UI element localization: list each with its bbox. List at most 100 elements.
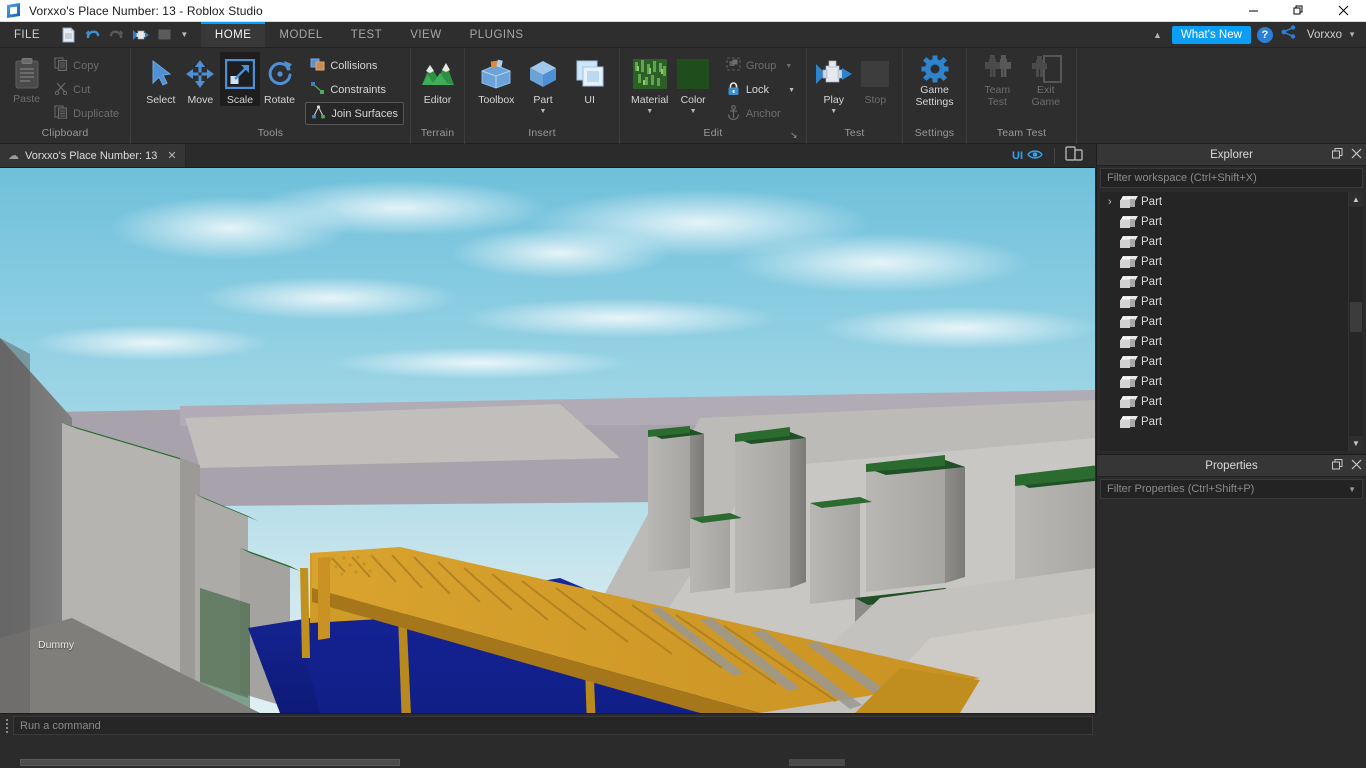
- scroll-down-arrow-icon[interactable]: ▼: [1349, 436, 1363, 451]
- explorer-item-part[interactable]: Part: [1100, 272, 1348, 292]
- select-tool-button[interactable]: Select: [141, 52, 181, 106]
- place-tab-label: Vorxxo's Place Number: 13: [25, 149, 158, 162]
- tab-home[interactable]: HOME: [200, 22, 266, 47]
- explorer-item-label: Part: [1141, 296, 1163, 308]
- explorer-item-label: Part: [1141, 336, 1163, 348]
- device-emulation-button[interactable]: [1059, 145, 1089, 166]
- explorer-item-part[interactable]: Part: [1100, 372, 1348, 392]
- ui-visibility-toggle[interactable]: UI: [1005, 146, 1050, 166]
- ribbon-filler: [1076, 48, 1366, 144]
- play-button[interactable]: Play ▼: [813, 52, 855, 116]
- lock-button[interactable]: Lock ▼: [721, 78, 800, 101]
- secondary-scroll-indicator[interactable]: [789, 759, 845, 766]
- part-brick-icon: [1120, 235, 1138, 249]
- properties-filter-input[interactable]: Filter Properties (Ctrl+Shift+P) ▼: [1100, 479, 1363, 499]
- explorer-filter-input[interactable]: Filter workspace (Ctrl+Shift+X): [1100, 168, 1363, 188]
- explorer-item-part[interactable]: Part: [1100, 212, 1348, 232]
- part-brick-icon: [1120, 195, 1138, 209]
- roblox-studio-window: Vorxxo's Place Number: 13 - Roblox Studi…: [0, 0, 1366, 768]
- collisions-toggle[interactable]: Collisions: [305, 54, 404, 77]
- group-icon: [726, 57, 741, 74]
- explorer-item-part[interactable]: Part: [1100, 232, 1348, 252]
- exit-game-label-line2: Game: [1031, 96, 1061, 108]
- ui-button[interactable]: UI: [566, 52, 613, 106]
- menu-file[interactable]: FILE: [0, 22, 54, 47]
- constraints-toggle[interactable]: Constraints: [305, 78, 404, 101]
- lock-caret-icon[interactable]: ▼: [788, 87, 795, 95]
- tab-test[interactable]: TEST: [337, 22, 396, 47]
- edit-dialog-launcher-icon[interactable]: ↘: [790, 130, 802, 142]
- redo-icon[interactable]: [106, 24, 128, 46]
- color-dropdown-caret-icon[interactable]: ▼: [690, 108, 697, 116]
- properties-list: [1100, 501, 1363, 710]
- minimize-button[interactable]: [1231, 0, 1276, 22]
- team-test-label-line2: Test: [987, 96, 1007, 108]
- clipboard-small-buttons: Copy Cut Duplicate: [49, 52, 124, 125]
- expand-arrow-icon[interactable]: ›: [1108, 196, 1112, 208]
- restore-window-icon[interactable]: [1332, 148, 1343, 162]
- viewport-tab-bar: ☁ Vorxxo's Place Number: 13 ✕ UI: [0, 144, 1095, 168]
- place-tab-close-icon[interactable]: ✕: [163, 149, 176, 162]
- question-mark-icon[interactable]: ?: [1256, 26, 1273, 43]
- collapse-ribbon-caret-icon[interactable]: ▲: [1143, 30, 1172, 40]
- close-button[interactable]: [1321, 0, 1366, 22]
- new-file-icon[interactable]: [58, 24, 80, 46]
- tab-view[interactable]: VIEW: [396, 22, 455, 47]
- scale-tool-button[interactable]: Scale: [220, 52, 260, 106]
- move-arrows-icon: [185, 54, 215, 94]
- material-dropdown-caret-icon[interactable]: ▼: [646, 108, 653, 116]
- tab-model[interactable]: MODEL: [265, 22, 336, 47]
- ribbon-group-edit: Material ▼ Color ▼ Group ▼ Lock ▼ Anchor…: [619, 48, 806, 144]
- horizontal-scrollbar[interactable]: [20, 759, 400, 766]
- properties-close-icon[interactable]: [1351, 459, 1362, 473]
- play-here-icon[interactable]: [130, 24, 152, 46]
- play-dropdown-caret-icon[interactable]: ▼: [830, 108, 837, 116]
- explorer-scrollbar[interactable]: ▲ ▼: [1348, 192, 1363, 451]
- explorer-close-icon[interactable]: [1351, 148, 1362, 162]
- insert-group-label: Insert: [528, 127, 556, 139]
- terrain-editor-button[interactable]: Editor: [412, 52, 464, 106]
- user-menu-caret-icon[interactable]: ▼: [1348, 30, 1356, 39]
- undo-icon[interactable]: [82, 24, 104, 46]
- part-brick-icon: [1120, 255, 1138, 269]
- toolbox-button[interactable]: Toolbox: [473, 52, 520, 106]
- explorer-item-part[interactable]: Part: [1100, 392, 1348, 412]
- game-settings-button[interactable]: Game Settings: [905, 52, 964, 108]
- scroll-up-arrow-icon[interactable]: ▲: [1349, 192, 1363, 207]
- 3d-viewport[interactable]: Dummy: [0, 168, 1095, 713]
- whats-new-button[interactable]: What's New: [1171, 25, 1251, 44]
- share-icon[interactable]: [1281, 25, 1297, 44]
- explorer-item-part[interactable]: Part: [1100, 252, 1348, 272]
- color-button[interactable]: Color ▼: [671, 52, 714, 116]
- color-swatch-icon[interactable]: [154, 24, 176, 46]
- viewport-render: [0, 168, 1095, 713]
- explorer-item-part[interactable]: Part: [1100, 412, 1348, 432]
- explorer-item-part[interactable]: Part: [1100, 332, 1348, 352]
- rotate-tool-button[interactable]: Rotate: [260, 52, 300, 106]
- tab-plugins[interactable]: PLUGINS: [456, 22, 538, 47]
- restore-window-icon[interactable]: [1332, 459, 1343, 473]
- command-bar-grip[interactable]: [0, 718, 10, 733]
- move-tool-button[interactable]: Move: [181, 52, 221, 106]
- command-input[interactable]: Run a command: [13, 716, 1093, 735]
- cut-label: Cut: [73, 83, 91, 96]
- part-dropdown-caret-icon[interactable]: ▼: [540, 108, 547, 116]
- edit-group-label: Edit: [703, 127, 723, 139]
- explorer-tree[interactable]: › Part Part Part Part Part Part Part Part Part Par…: [1100, 192, 1363, 451]
- user-account-name[interactable]: Vorxxo: [1307, 29, 1342, 41]
- explorer-item-part[interactable]: Part: [1100, 312, 1348, 332]
- material-button[interactable]: Material ▼: [628, 52, 671, 116]
- maximize-restore-button[interactable]: [1276, 0, 1321, 22]
- join-surfaces-toggle[interactable]: Join Surfaces: [305, 102, 404, 125]
- material-label: Material: [631, 94, 669, 106]
- game-settings-label-line2: Settings: [915, 96, 954, 108]
- explorer-item-part[interactable]: Part: [1100, 292, 1348, 312]
- properties-filter-caret-icon[interactable]: ▼: [1348, 485, 1356, 494]
- place-tab[interactable]: ☁ Vorxxo's Place Number: 13 ✕: [0, 144, 186, 167]
- explorer-item-part[interactable]: Part: [1100, 352, 1348, 372]
- scrollbar-thumb[interactable]: [1350, 302, 1362, 332]
- qat-more-caret-icon[interactable]: ▼: [178, 24, 191, 46]
- part-button[interactable]: Part ▼: [520, 52, 567, 116]
- explorer-item-part[interactable]: › Part: [1100, 192, 1348, 212]
- team-test-button: Team Test: [973, 52, 1022, 108]
